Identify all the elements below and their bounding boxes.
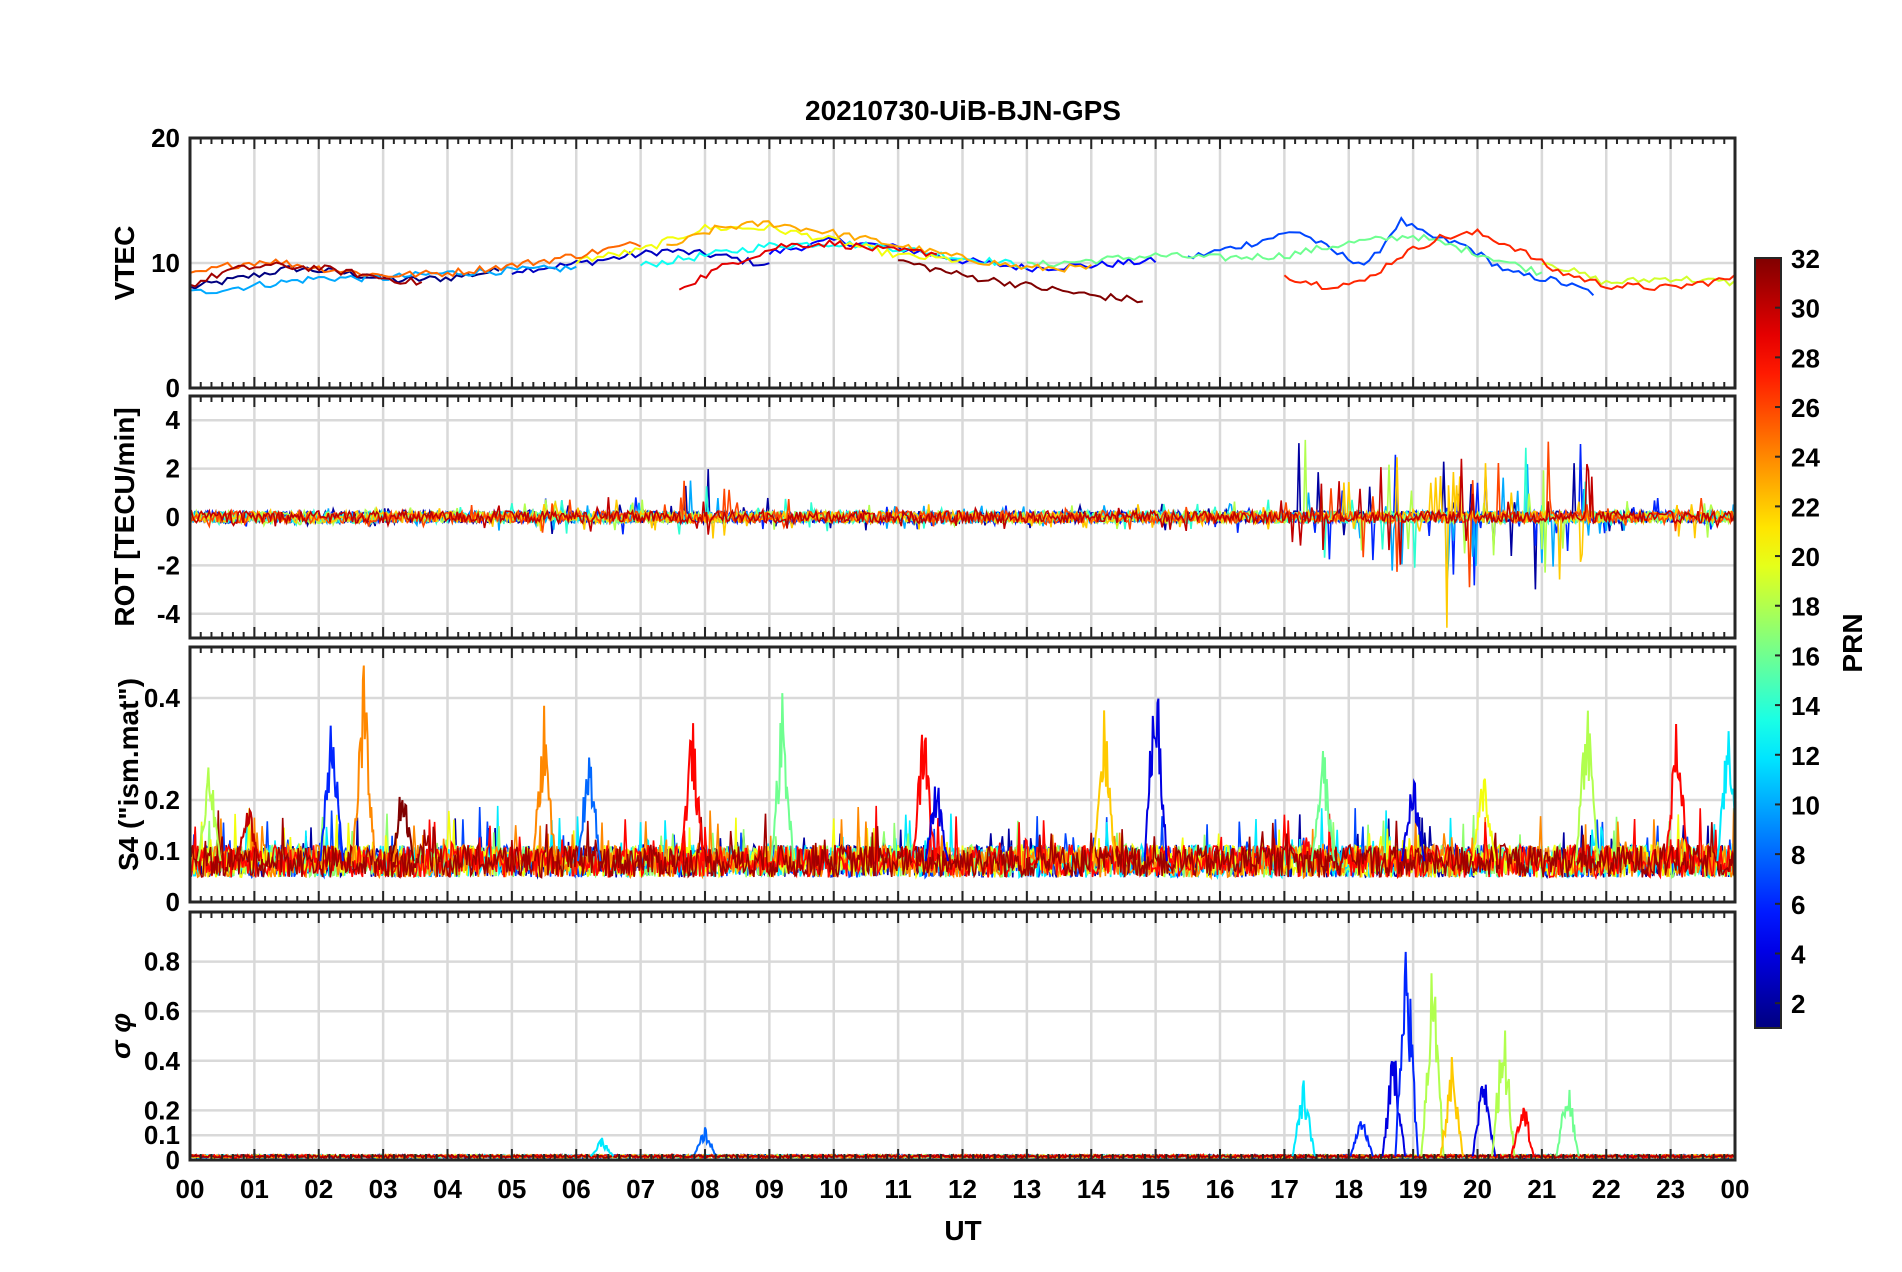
colorbar-tick-label: 12 (1791, 741, 1820, 771)
colorbar-tick-label: 16 (1791, 641, 1820, 671)
colorbar-tick-label: 8 (1791, 840, 1805, 870)
x-tick-label: 05 (497, 1174, 526, 1204)
panel-rot: -4 -2 0 2 4 ROT [TECU/min] (109, 394, 1737, 640)
x-tick-label: 16 (1206, 1174, 1235, 1204)
x-tick-label: 17 (1270, 1174, 1299, 1204)
y-axis-label: σ φ (105, 1013, 136, 1059)
y-tick-label: 0 (166, 502, 180, 532)
colorbar-label: PRN (1837, 613, 1868, 672)
colorbar-tick-label: 10 (1791, 790, 1820, 820)
x-tick-label: 19 (1399, 1174, 1428, 1204)
x-tick-label: 15 (1141, 1174, 1170, 1204)
panels-group: 01020VTEC-4-2024ROT [TECU/min]00.10.20.4… (105, 123, 1749, 1204)
x-tick-label: 10 (819, 1174, 848, 1204)
chart-title: 20210730-UiB-BJN-GPS (805, 95, 1121, 126)
x-tick-label: 13 (1012, 1174, 1041, 1204)
panel-vtec: 0 10 20 VTEC (109, 123, 1737, 403)
x-tick-label: 01 (240, 1174, 269, 1204)
x-axis-label: UT (944, 1215, 981, 1246)
y-tick-label: 10 (151, 248, 180, 278)
colorbar-tick-label: 24 (1791, 443, 1820, 473)
x-tick-label: 22 (1592, 1174, 1621, 1204)
x-tick-label: 07 (626, 1174, 655, 1204)
x-tick-label: 08 (691, 1174, 720, 1204)
y-tick-label: 0.4 (144, 683, 181, 713)
chart-figure: 20210730-UiB-BJN-GPS 01020VTEC-4-2024ROT… (105, 95, 1868, 1246)
colorbar-ramp (1754, 257, 1782, 1029)
y-tick-label: -4 (157, 599, 181, 629)
colorbar-tick-label: 14 (1791, 691, 1820, 721)
x-tick-label: 20 (1463, 1174, 1492, 1204)
x-tick-label: 00 (1721, 1174, 1750, 1204)
y-axis-label: S4 ("ism.mat") (113, 678, 144, 871)
y-axis-label: VTEC (109, 226, 140, 301)
y-tick-label: 0.2 (144, 1095, 180, 1125)
x-tick-label: 04 (433, 1174, 462, 1204)
x-tick-label: 11 (884, 1174, 912, 1204)
y-tick-label: 2 (166, 454, 180, 484)
colorbar-tick-label: 22 (1791, 492, 1820, 522)
colorbar-tick-label: 26 (1791, 393, 1820, 423)
colorbar-tick-label: 18 (1791, 592, 1820, 622)
y-tick-label: 0 (166, 887, 180, 917)
x-tick-label: 09 (755, 1174, 784, 1204)
colorbar-tick-label: 32 (1791, 244, 1820, 274)
panel-sigma-phi: 00.10.20.40.60.8σ φ (105, 910, 1737, 1175)
panel-s4: 0 0.1 0.2 0.4S4 ("ism.mat") (113, 645, 1737, 917)
y-tick-label: 0.1 (144, 836, 180, 866)
x-tick-label: 03 (369, 1174, 398, 1204)
colorbar-tick-label: 28 (1791, 343, 1820, 373)
x-tick-label: 00 (176, 1174, 205, 1204)
colorbar-tick-label: 6 (1791, 890, 1805, 920)
y-tick-label: 0.6 (144, 996, 180, 1026)
colorbar: 2468101214161820222426283032PRN (1754, 244, 1868, 1029)
x-tick-label: 23 (1656, 1174, 1685, 1204)
x-tick-label: 02 (304, 1174, 333, 1204)
y-tick-label: 0.2 (144, 785, 180, 815)
y-tick-label: 4 (166, 405, 181, 435)
x-tick-label: 06 (562, 1174, 591, 1204)
y-tick-label: 0 (166, 373, 180, 403)
x-tick-label: 21 (1527, 1174, 1556, 1204)
y-tick-label: 0.8 (144, 947, 180, 977)
y-tick-label: 0.4 (144, 1046, 181, 1076)
x-tick-labels: 00 01 02 03 04 05 06 07 08 09 10 11 12 13 14 15 16 17 18 19… (176, 1174, 1750, 1204)
x-tick-label: 12 (948, 1174, 977, 1204)
y-tick-label: 20 (151, 123, 180, 153)
x-tick-label: 18 (1334, 1174, 1363, 1204)
colorbar-tick-label: 20 (1791, 542, 1820, 572)
y-tick-label: -2 (157, 550, 180, 580)
colorbar-tick-label: 2 (1791, 989, 1805, 1019)
y-axis-label: ROT [TECU/min] (109, 407, 140, 626)
colorbar-tick-label: 30 (1791, 294, 1820, 324)
colorbar-tick-label: 4 (1791, 939, 1806, 969)
x-tick-label: 14 (1077, 1174, 1106, 1204)
